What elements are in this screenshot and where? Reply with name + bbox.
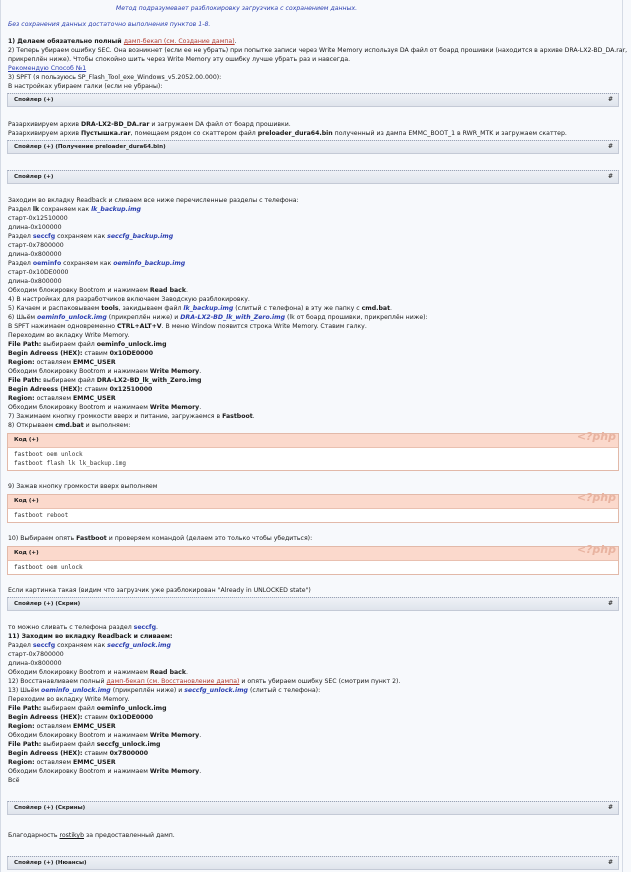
bypass-write-2: Обходим блокировку Bootrom и нажимаем Wr… bbox=[8, 404, 202, 411]
region-3: Region: оставляем EMMC_USER bbox=[8, 723, 116, 730]
php-mark: <?php bbox=[576, 543, 616, 556]
method-line: Метод подразумевает разблокировку загруз… bbox=[115, 5, 358, 12]
bypass-write-4: Обходим блокировку Bootrom и нажимаем Wr… bbox=[8, 768, 202, 775]
step-3: 3) SPFT (я пользуюсь SP_Flash_Tool_exe_W… bbox=[8, 74, 222, 81]
step-12: 12) Восстанавливаем полный дамп-бекап (с… bbox=[8, 678, 401, 685]
user-link[interactable]: rostikyb bbox=[59, 832, 84, 839]
all-done: Всё bbox=[8, 777, 20, 784]
anchor-hash[interactable]: # bbox=[608, 142, 613, 151]
step-7: 7) Зажимаем кнопку громкости вверх и пит… bbox=[8, 413, 255, 420]
step-10: 10) Выбираем опять Fastboot и проверяем … bbox=[8, 535, 313, 542]
file-path-3: File Path: выбираем файл oeminfo_unlock.… bbox=[8, 705, 167, 712]
seccfg-start: старт-0x7800000 bbox=[8, 242, 64, 249]
step-6-line3: Переходим во вкладку Write Memory. bbox=[8, 332, 130, 339]
oeminfo-length: длина-0x800000 bbox=[8, 278, 62, 285]
begin-address-1: Begin Adreess (HEX): ставим 0x10DE0000 bbox=[8, 350, 154, 357]
spoiler-nuances[interactable]: Спойлер (+) (Нюансы) # bbox=[7, 856, 619, 870]
step-6-line2: В SPFT нажимаем одновременно CTRL+ALT+V.… bbox=[8, 323, 367, 330]
seccfg-unlock-start: старт-0x7800000 bbox=[8, 651, 64, 658]
php-mark: <?php bbox=[576, 491, 616, 504]
php-mark: <?php bbox=[576, 430, 616, 443]
step-5: 5) Качаем и распаковываем tools, закидыв… bbox=[8, 305, 393, 312]
post-body: Метод подразумевает разблокировку загруз… bbox=[0, 0, 628, 872]
step-13: 13) Шьём oeminfo_unlock.img (прикреплён … bbox=[8, 687, 321, 694]
oeminfo-line: Раздел oeminfo сохраняем как oeminfo_bac… bbox=[8, 260, 186, 267]
bypass-write-3: Обходим блокировку Bootrom и нажимаем Wr… bbox=[8, 732, 202, 739]
anchor-hash[interactable]: # bbox=[608, 172, 613, 181]
lk-line: Раздел lk сохраняем как lk_backup.img bbox=[8, 206, 141, 213]
anchor-hash[interactable]: # bbox=[608, 95, 613, 104]
spoiler-screen[interactable]: Спойлер (+) (Скрин) # bbox=[7, 597, 619, 611]
step-1: 1) Делаем обязательно полный дамп-бекап … bbox=[8, 38, 237, 45]
after-code-text: Если картинка такая (видим что загрузчик… bbox=[8, 587, 311, 594]
region-2: Region: оставляем EMMC_USER bbox=[8, 395, 116, 402]
step-3-sub: В настройках убираем галки (если не убра… bbox=[8, 83, 163, 90]
dump-backup-link[interactable]: дамп-бекап (см. Создание дампа) bbox=[124, 38, 235, 45]
step-2-line1: 2) Теперь убираем ошибку SEC. Она возник… bbox=[8, 47, 628, 54]
spoiler-preloader[interactable]: Спойлер (+) (Получение preloader_dura64.… bbox=[7, 140, 619, 154]
spoiler-screens[interactable]: Спойлер (+) (Скрины) # bbox=[7, 801, 619, 815]
code-line: fastboot flash lk lk_backup.img bbox=[14, 460, 126, 467]
step-9: 9) Зажав кнопку громкости вверх выполняе… bbox=[8, 483, 158, 490]
seccfg-length: длина-0x800000 bbox=[8, 251, 62, 258]
code-toggle[interactable]: Код (+) bbox=[14, 549, 39, 558]
code-block-3: Код (+) <?php fastboot oem unlock bbox=[7, 543, 619, 575]
anchor-hash[interactable]: # bbox=[608, 599, 613, 608]
spoiler-settings[interactable]: Спойлер (+) # bbox=[7, 93, 619, 107]
thanks-line: Благодарность rostikyb за предоставленны… bbox=[8, 832, 175, 839]
bypass-readback: Обходим блокировку Bootrom и нажимаем Re… bbox=[8, 287, 188, 294]
anchor-hash[interactable]: # bbox=[608, 858, 613, 867]
begin-address-4: Begin Adreess (HEX): ставим 0x7800000 bbox=[8, 750, 149, 757]
file-path-2: File Path: выбираем файл DRA-LX2-BD_lk_w… bbox=[8, 377, 202, 384]
lk-length: длина-0x100000 bbox=[8, 224, 62, 231]
dump-restore-link[interactable]: дамп-бекап (см. Восстановление дампа) bbox=[107, 678, 240, 685]
file-path-4: File Path: выбираем файл seccfg_unlock.i… bbox=[8, 741, 161, 748]
no-save-note: Без сохранения данных достаточно выполне… bbox=[8, 21, 211, 28]
code-line: fastboot oem unlock bbox=[14, 451, 83, 458]
recommend-link[interactable]: Рекомендую Способ №1 bbox=[8, 64, 618, 73]
begin-address-3: Begin Adreess (HEX): ставим 0x10DE0000 bbox=[8, 714, 154, 721]
code-block-2: Код (+) <?php fastboot reboot bbox=[7, 491, 619, 523]
seccfg-unlock-length: длина-0x800000 bbox=[8, 660, 62, 667]
step-11: 11) Заходим во вкладку Readback и сливае… bbox=[8, 633, 173, 640]
seccfg-unlock-line: Раздел seccfg сохраняем как seccfg_unloc… bbox=[8, 642, 171, 649]
step-13-goto: Переходим во вкладку Write Memory. bbox=[8, 696, 130, 703]
code-toggle[interactable]: Код (+) bbox=[14, 436, 39, 445]
step-2-line2: прикреплён ниже). Чтобы спокойно шить че… bbox=[8, 56, 351, 63]
code-toggle[interactable]: Код (+) bbox=[14, 497, 39, 506]
step-6: 6) Шьём oeminfo_unlock.img (прикреплён н… bbox=[8, 314, 428, 321]
unpack-line1: Разархивируем архив DRA-LX2-BD_DA.rar и … bbox=[8, 121, 291, 128]
file-path-1: File Path: выбираем файл oeminfo_unlock.… bbox=[8, 341, 167, 348]
spoiler-readback[interactable]: Спойлер (+) # bbox=[7, 170, 619, 184]
step-4: 4) В настройках для разработчиков включа… bbox=[8, 296, 250, 303]
bypass-readback-2: Обходим блокировку Bootrom и нажимаем Re… bbox=[8, 669, 188, 676]
code-line: fastboot reboot bbox=[14, 512, 69, 519]
begin-address-2: Begin Adreess (HEX): ставим 0x12510000 bbox=[8, 386, 153, 393]
code-block-1: Код (+) <?php fastboot oem unlock fastboot… bbox=[7, 430, 619, 471]
bypass-write-1: Обходим блокировку Bootrom и нажимаем Wr… bbox=[8, 368, 202, 375]
oeminfo-start: старт-0x10DE0000 bbox=[8, 269, 69, 276]
seccfg-line: Раздел seccfg сохраняем как seccfg_backu… bbox=[8, 233, 174, 240]
code-line: fastboot oem unlock bbox=[14, 564, 83, 571]
restore-intro: то можно сливать с телефона раздел seccf… bbox=[8, 624, 158, 631]
region-1: Region: оставляем EMMC_USER bbox=[8, 359, 116, 366]
unpack-line2: Разархивируем архив Пустышка.rar, помеща… bbox=[8, 130, 567, 137]
lk-start: старт-0x12510000 bbox=[8, 215, 68, 222]
region-4: Region: оставляем EMMC_USER bbox=[8, 759, 116, 766]
readback-intro: Заходим во вкладку Readback и сливаем вс… bbox=[8, 197, 299, 204]
anchor-hash[interactable]: # bbox=[608, 803, 613, 812]
step-8: 8) Открываем cmd.bat и выполняем: bbox=[8, 422, 131, 429]
